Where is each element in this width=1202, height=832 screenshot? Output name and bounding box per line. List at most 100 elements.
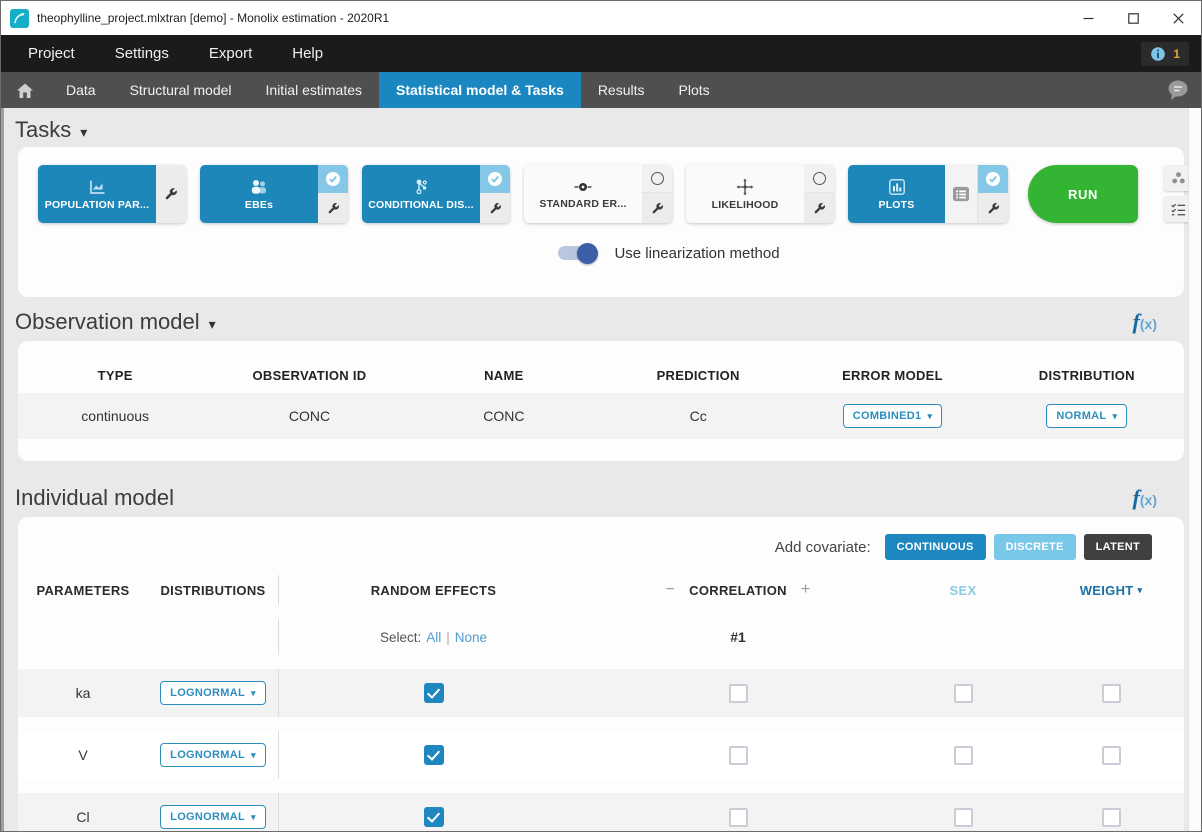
task-unselected-badge[interactable]: [642, 165, 672, 193]
individual-formula-button[interactable]: f(x): [1133, 487, 1157, 509]
tab-bar: Data Structural model Initial estimates …: [1, 72, 1201, 108]
linearization-toggle[interactable]: [558, 243, 598, 263]
task-selected-badge[interactable]: [480, 165, 510, 193]
observation-formula-button[interactable]: f(x): [1133, 311, 1157, 333]
task-label: CONDITIONAL DIS...: [368, 199, 474, 211]
observation-model-title: Observation model: [15, 309, 200, 335]
people-icon: [249, 178, 269, 196]
task-settings-button[interactable]: [978, 193, 1008, 223]
obs-prediction-value: Cc: [601, 393, 795, 439]
menu-help[interactable]: Help: [292, 45, 323, 62]
crosshair-icon: [736, 178, 754, 196]
minimize-button[interactable]: [1066, 1, 1111, 35]
observation-model-header: Observation model ▾ f(x): [15, 309, 1201, 335]
random-effect-checkbox-v[interactable]: [424, 745, 444, 765]
notifications-button[interactable]: 1: [1141, 42, 1189, 66]
title-bar: theophylline_project.mlxtran [demo] - Mo…: [1, 1, 1201, 35]
add-latent-covariate-button[interactable]: LATENT: [1084, 534, 1152, 560]
task-selected-badge[interactable]: [318, 165, 348, 193]
correlation-checkbox-v[interactable]: [729, 746, 748, 765]
add-discrete-covariate-button[interactable]: DISCRETE: [994, 534, 1076, 560]
empty-circle-icon: [813, 172, 826, 185]
col-name: NAME: [407, 357, 601, 393]
random-effect-checkbox-cl[interactable]: [424, 807, 444, 827]
sex-checkbox-cl[interactable]: [954, 808, 973, 827]
run-button[interactable]: RUN: [1028, 165, 1138, 223]
tab-results[interactable]: Results: [581, 72, 662, 108]
random-effect-checkbox-ka[interactable]: [424, 683, 444, 703]
task-likelihood[interactable]: LIKELIHOOD: [686, 165, 834, 223]
sex-checkbox-v[interactable]: [954, 746, 973, 765]
tasks-section-header: Tasks ▾: [15, 108, 1201, 143]
parameter-name: V: [18, 731, 148, 779]
task-standard-errors[interactable]: STANDARD ER...: [524, 165, 672, 223]
col-sex: SEX: [888, 575, 1038, 605]
main-content: Tasks ▾ POPULATION PAR...: [1, 108, 1201, 831]
tab-plots[interactable]: Plots: [662, 72, 727, 108]
observation-table-header: TYPE OBSERVATION ID NAME PREDICTION ERRO…: [18, 357, 1184, 393]
task-settings-button[interactable]: [318, 193, 348, 223]
add-covariate-row: Add covariate: CONTINUOUS DISCRETE LATEN…: [18, 533, 1184, 561]
task-settings-button[interactable]: [480, 193, 510, 223]
select-none-link[interactable]: None: [455, 630, 487, 645]
distribution-dropdown-ka[interactable]: LOGNORMAL▾: [160, 681, 266, 705]
wrench-icon: [327, 202, 340, 215]
maximize-button[interactable]: [1111, 1, 1156, 35]
task-settings-button[interactable]: [156, 165, 186, 223]
line-chart-icon: [88, 178, 107, 196]
distribution-dropdown-v[interactable]: LOGNORMAL▾: [160, 743, 266, 767]
correlation-checkbox-ka[interactable]: [729, 684, 748, 703]
add-correlation-button[interactable]: +: [787, 581, 825, 599]
weight-checkbox-ka[interactable]: [1102, 684, 1121, 703]
tab-data[interactable]: Data: [49, 72, 113, 108]
task-population-parameters[interactable]: POPULATION PAR...: [38, 165, 186, 223]
tab-statistical-model-tasks[interactable]: Statistical model & Tasks: [379, 72, 581, 108]
select-all-link[interactable]: All: [426, 630, 441, 645]
chat-bubble-icon: [1166, 79, 1190, 101]
correlation-checkbox-cl[interactable]: [729, 808, 748, 827]
error-model-dropdown[interactable]: COMBINED1▾: [843, 404, 943, 428]
weight-checkbox-cl[interactable]: [1102, 808, 1121, 827]
menu-settings[interactable]: Settings: [115, 45, 169, 62]
observation-model-collapse-caret-icon[interactable]: ▾: [209, 312, 216, 333]
obs-id-value: CONC: [212, 393, 406, 439]
task-settings-button[interactable]: [642, 193, 672, 223]
weight-checkbox-v[interactable]: [1102, 746, 1121, 765]
random-effects-select: Select: All | None: [278, 619, 588, 655]
menu-export[interactable]: Export: [209, 45, 252, 62]
col-weight-dropdown[interactable]: WEIGHT ▾: [1038, 575, 1184, 605]
feedback-bubble-button[interactable]: [1155, 72, 1201, 108]
home-tab[interactable]: [1, 72, 49, 108]
close-button[interactable]: [1156, 1, 1201, 35]
home-icon: [15, 81, 35, 100]
vertical-scrollbar[interactable]: [1188, 108, 1201, 831]
menu-project[interactable]: Project: [28, 45, 75, 62]
correlation-group-label: #1: [730, 629, 746, 645]
app-window: theophylline_project.mlxtran [demo] - Mo…: [0, 0, 1202, 832]
distribution-dropdown-cl[interactable]: LOGNORMAL▾: [160, 805, 266, 829]
wrench-icon: [813, 202, 826, 215]
task-unselected-badge[interactable]: [804, 165, 834, 193]
task-plots[interactable]: PLOTS: [848, 165, 1008, 223]
distribution-dropdown[interactable]: NORMAL▾: [1046, 404, 1127, 428]
tab-structural-model[interactable]: Structural model: [113, 72, 249, 108]
plots-list-button[interactable]: [945, 165, 978, 223]
tasks-collapse-caret-icon[interactable]: ▾: [80, 120, 87, 141]
list-icon: [952, 186, 970, 202]
parameter-row-v: V LOGNORMAL▾: [18, 731, 1184, 779]
add-covariate-label: Add covariate:: [775, 539, 871, 556]
tab-initial-estimates[interactable]: Initial estimates: [249, 72, 379, 108]
individual-model-title: Individual model: [15, 485, 174, 511]
task-selected-badge[interactable]: [978, 165, 1008, 193]
chevron-down-icon: ▾: [1112, 412, 1117, 421]
task-label: STANDARD ER...: [539, 198, 626, 210]
remove-correlation-button[interactable]: −: [652, 581, 690, 599]
task-settings-button[interactable]: [804, 193, 834, 223]
task-conditional-distribution[interactable]: CONDITIONAL DIS...: [362, 165, 510, 223]
individual-table-subheader: Select: All | None #1: [18, 619, 1184, 655]
add-continuous-covariate-button[interactable]: CONTINUOUS: [885, 534, 986, 560]
obs-type-value: continuous: [18, 393, 212, 439]
task-ebes[interactable]: EBEs: [200, 165, 348, 223]
sex-checkbox-ka[interactable]: [954, 684, 973, 703]
col-parameters: PARAMETERS: [18, 575, 148, 605]
